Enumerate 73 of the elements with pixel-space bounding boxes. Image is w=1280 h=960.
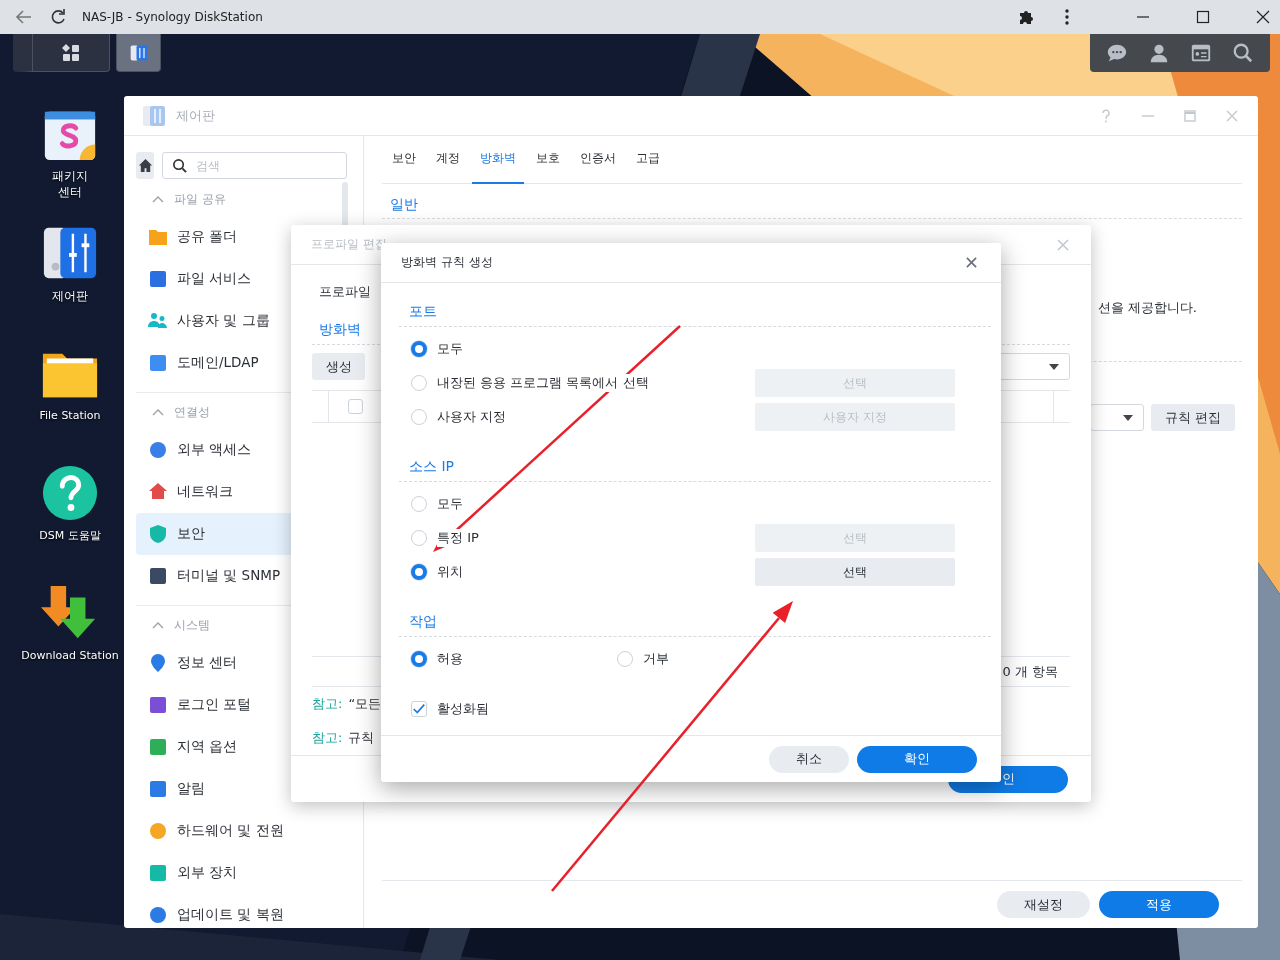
tab[interactable]: 인증서 bbox=[572, 135, 624, 184]
apply-button[interactable]: 적용 bbox=[1099, 891, 1219, 918]
ok-button[interactable]: 확인 bbox=[857, 745, 977, 773]
main-menu-button[interactable] bbox=[13, 34, 110, 72]
home-button[interactable] bbox=[136, 152, 154, 179]
home-icon bbox=[137, 158, 153, 173]
more-icon[interactable] bbox=[1064, 7, 1070, 27]
option-label[interactable]: 특정 IP bbox=[437, 529, 479, 547]
card-icon[interactable] bbox=[1190, 42, 1212, 64]
select-button[interactable]: 선택 bbox=[755, 558, 955, 586]
section-heading: 포트 bbox=[399, 299, 991, 327]
sliders-icon bbox=[142, 103, 166, 128]
info-pin-icon bbox=[148, 653, 168, 673]
grid-icon bbox=[60, 41, 81, 64]
checkbox[interactable] bbox=[348, 399, 363, 414]
search-field[interactable]: 검색 bbox=[162, 152, 347, 179]
desktop-icon-label[interactable]: DSM 도움말 bbox=[39, 528, 101, 544]
section-heading: 소스 IP bbox=[399, 454, 991, 482]
desktop-icon-label[interactable]: File Station bbox=[39, 408, 101, 424]
shield-icon bbox=[148, 524, 168, 544]
search-icon[interactable] bbox=[1232, 42, 1254, 64]
close-icon[interactable] bbox=[1256, 10, 1270, 24]
sidebar-item[interactable]: 업데이트 및 복원 bbox=[136, 894, 351, 928]
cancel-button[interactable]: 취소 bbox=[769, 745, 849, 773]
users-icon bbox=[148, 311, 168, 331]
desktop-icon-label[interactable]: Download Station bbox=[21, 648, 119, 664]
tab[interactable]: 보안 bbox=[384, 135, 424, 184]
note-text: 규칙 bbox=[348, 729, 375, 747]
caret-icon[interactable] bbox=[152, 195, 164, 203]
sidebar-item[interactable]: 외부 장치 bbox=[136, 852, 351, 894]
control-panel-taskbar-button[interactable] bbox=[116, 34, 161, 72]
caret-icon bbox=[1049, 363, 1059, 370]
option-label[interactable]: 모두 bbox=[437, 340, 463, 358]
folder-icon bbox=[148, 227, 168, 247]
option-label[interactable]: 허용 bbox=[437, 650, 463, 668]
caret-icon[interactable] bbox=[152, 408, 164, 416]
note-label: 참고: bbox=[312, 695, 343, 713]
maximize-icon[interactable] bbox=[1196, 10, 1210, 24]
option-label[interactable]: 위치 bbox=[437, 563, 463, 581]
page-title: NAS-JB - Synology DiskStation bbox=[82, 10, 263, 24]
tab[interactable]: 계정 bbox=[428, 135, 468, 184]
description-text: 션을 제공합니다. bbox=[1097, 299, 1197, 317]
dialog-title: 방화벽 규칙 생성 bbox=[401, 254, 493, 271]
radio-button[interactable] bbox=[411, 564, 427, 580]
checkbox-label[interactable]: 활성화됨 bbox=[437, 700, 489, 718]
house-icon bbox=[148, 482, 168, 502]
tab[interactable]: 방화벽 bbox=[472, 135, 524, 184]
sidebar-item[interactable]: 하드웨어 및 전원 bbox=[136, 810, 351, 852]
option-label[interactable]: 모두 bbox=[437, 495, 463, 513]
caret-icon[interactable] bbox=[152, 621, 164, 629]
option-label[interactable]: 사용자 지정 bbox=[437, 408, 507, 426]
item-count: 0 개 항목 bbox=[1002, 662, 1058, 681]
caret-icon bbox=[1122, 414, 1133, 421]
tab[interactable]: 보호 bbox=[528, 135, 568, 184]
edit-rules-button[interactable]: 규칙 편집 bbox=[1150, 404, 1235, 431]
tab[interactable]: 고급 bbox=[628, 135, 668, 184]
desktop-icon-label[interactable]: 패키지 센터 bbox=[46, 168, 94, 200]
note-text: “모든 bbox=[348, 695, 382, 713]
profile-label: 프로파일 bbox=[319, 283, 372, 301]
option-label[interactable]: 내장된 응용 프로그램 목록에서 선택 bbox=[437, 374, 649, 392]
window-title: 제어판 bbox=[176, 106, 215, 125]
option-label[interactable]: 거부 bbox=[643, 650, 669, 668]
desktop-icon-label[interactable]: 제어판 bbox=[46, 288, 94, 304]
checkbox[interactable] bbox=[411, 701, 427, 717]
note-label: 참고: bbox=[312, 729, 343, 747]
user-icon[interactable] bbox=[1148, 42, 1170, 64]
radio-button[interactable] bbox=[411, 341, 427, 357]
section-heading: 일반 bbox=[382, 194, 1242, 219]
create-button[interactable]: 생성 bbox=[312, 353, 365, 380]
radio-button[interactable] bbox=[411, 651, 427, 667]
help-icon[interactable] bbox=[41, 464, 99, 522]
search-icon bbox=[172, 158, 187, 173]
reset-button[interactable]: 재설정 bbox=[997, 891, 1090, 918]
